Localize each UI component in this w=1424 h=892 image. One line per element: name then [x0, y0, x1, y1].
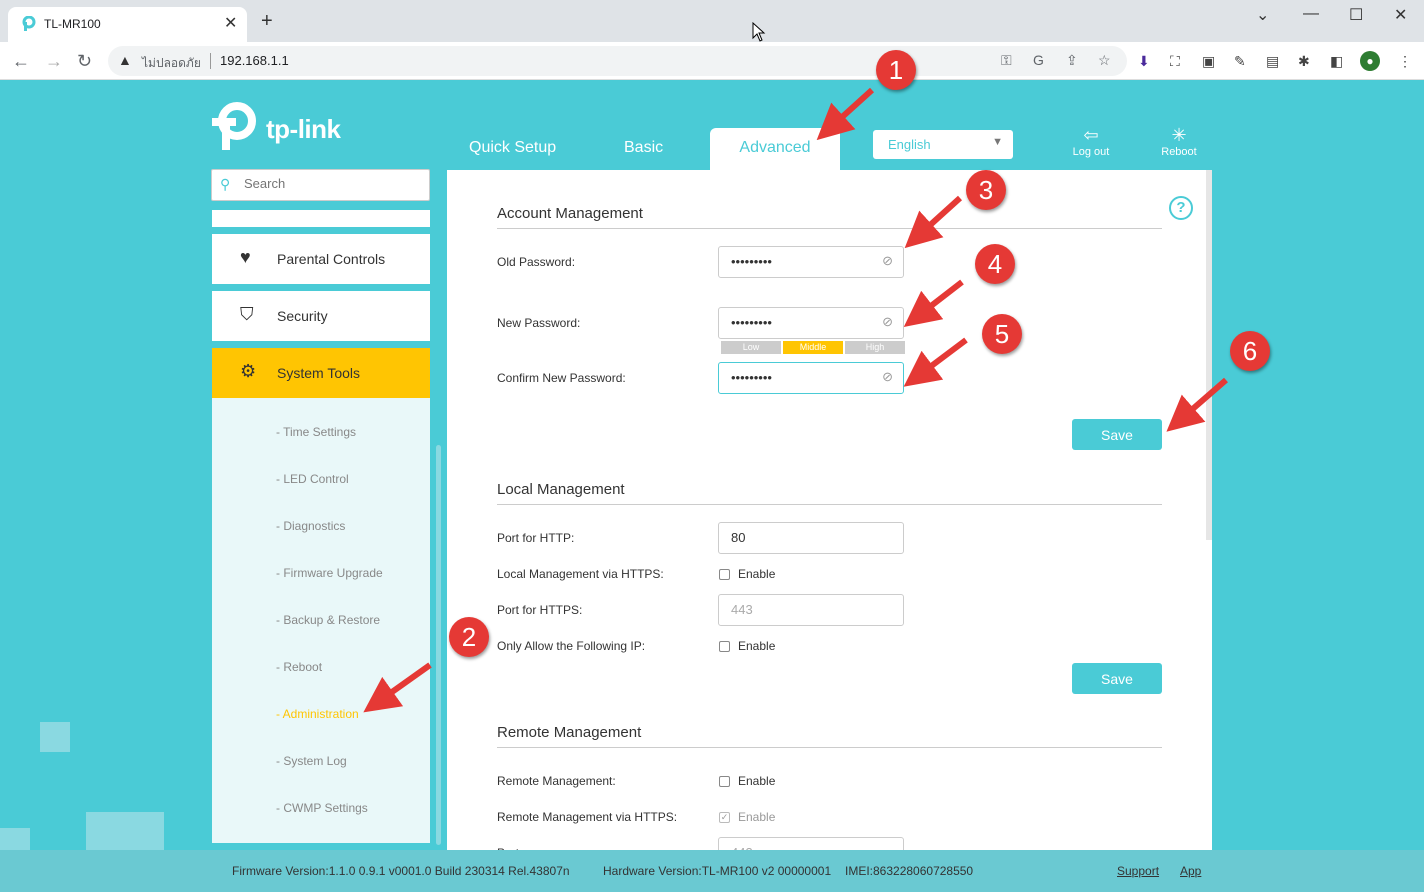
annotation-badge-1: 1 — [876, 50, 916, 90]
annotation-badge-2: 2 — [449, 617, 489, 657]
annotation-badge-4: 4 — [975, 244, 1015, 284]
annotation-badge-3: 3 — [966, 170, 1006, 210]
annotation-arrow — [1166, 377, 1228, 432]
annotation-arrow — [363, 662, 432, 713]
annotation-badge-6: 6 — [1230, 331, 1270, 371]
annotation-arrow — [904, 195, 963, 249]
annotation-arrow — [903, 279, 964, 328]
mouse-cursor-icon — [752, 22, 766, 42]
annotation-arrow — [816, 87, 875, 141]
annotation-badge-5: 5 — [982, 314, 1022, 354]
annotation-arrow — [903, 337, 968, 387]
annotation-arrows — [363, 87, 1228, 713]
